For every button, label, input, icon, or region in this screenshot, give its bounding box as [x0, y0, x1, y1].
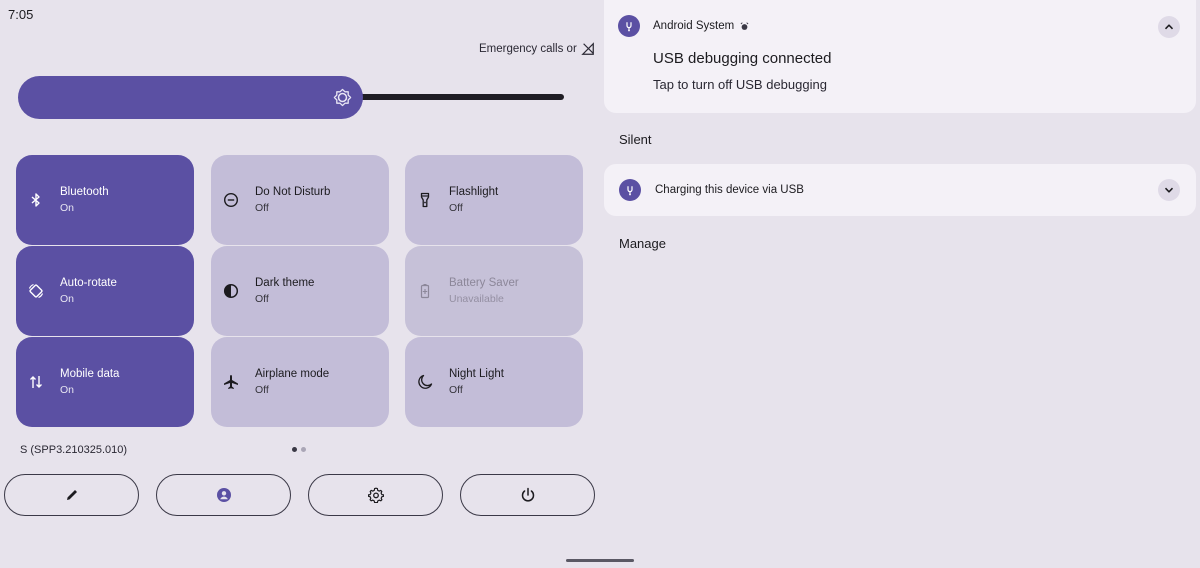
airplane-icon	[221, 372, 241, 392]
tile-bluetooth[interactable]: Bluetooth On	[16, 155, 194, 245]
brightness-track	[358, 94, 564, 100]
usb-icon	[618, 15, 640, 37]
notification-text: Charging this device via USB	[655, 184, 804, 196]
tile-flashlight[interactable]: Flashlight Off	[405, 155, 583, 245]
gear-icon	[367, 487, 384, 503]
tile-state: Off	[449, 384, 463, 396]
status-bar-clock: 7:05	[8, 7, 34, 22]
settings-button[interactable]	[308, 474, 443, 516]
tile-label: Mobile data	[60, 368, 120, 380]
tile-state: Unavailable	[449, 293, 504, 305]
brightness-fill	[18, 76, 363, 119]
flashlight-icon	[415, 190, 435, 210]
auto-rotate-icon	[26, 281, 46, 301]
pencil-icon	[66, 490, 77, 500]
notification-usb-debugging[interactable]: Android System USB debugging connected T…	[604, 0, 1196, 113]
tile-auto-rotate[interactable]: Auto-rotate On	[16, 246, 194, 336]
tile-label: Airplane mode	[255, 368, 330, 380]
tile-state: On	[60, 293, 75, 305]
chevron-up-icon	[1164, 24, 1174, 30]
tile-label: Flashlight	[449, 186, 499, 198]
notification-app-name: Android System	[653, 20, 749, 32]
no-signal-icon	[581, 42, 594, 55]
page-indicator	[292, 447, 306, 452]
tile-label: Battery Saver	[449, 277, 519, 289]
tile-battery-saver[interactable]: Battery Saver Unavailable	[405, 246, 583, 336]
tile-airplane-mode[interactable]: Airplane mode Off	[211, 337, 389, 427]
bluetooth-icon	[26, 190, 46, 210]
emergency-calls-label: Emergency calls or	[479, 43, 577, 55]
alarm-icon	[740, 21, 749, 30]
collapse-notification-button[interactable]	[1158, 16, 1180, 38]
power-icon	[521, 487, 534, 502]
silent-section-header: Silent	[619, 132, 652, 147]
build-number[interactable]: S (SPP3.210325.010)	[20, 444, 127, 456]
tile-night-light[interactable]: Night Light Off	[405, 337, 583, 427]
manage-button[interactable]: Manage	[619, 236, 666, 251]
edit-button[interactable]	[4, 474, 139, 516]
tile-mobile-data[interactable]: Mobile data On	[16, 337, 194, 427]
tile-label: Auto-rotate	[60, 277, 117, 289]
tile-do-not-disturb[interactable]: Do Not Disturb Off	[211, 155, 389, 245]
app-name-label: Android System	[653, 20, 735, 32]
navigation-handle[interactable]	[566, 559, 634, 562]
tile-state: Off	[255, 202, 269, 214]
brightness-icon[interactable]	[333, 88, 352, 107]
expand-notification-button[interactable]	[1158, 179, 1180, 201]
chevron-down-icon	[1164, 187, 1174, 193]
tile-state: On	[60, 384, 75, 396]
do-not-disturb-icon	[221, 190, 241, 210]
tile-label: Night Light	[449, 368, 504, 380]
brightness-slider[interactable]	[18, 76, 566, 119]
notification-text: Tap to turn off USB debugging	[653, 77, 827, 92]
tile-dark-theme[interactable]: Dark theme Off	[211, 246, 389, 336]
notification-charging[interactable]: Charging this device via USB	[604, 164, 1196, 216]
tile-state: Off	[255, 384, 269, 396]
tile-label: Do Not Disturb	[255, 186, 331, 198]
tile-state: Off	[255, 293, 269, 305]
tile-state: Off	[449, 202, 463, 214]
battery-saver-icon	[415, 281, 435, 301]
usb-icon	[619, 179, 641, 201]
power-button[interactable]	[460, 474, 595, 516]
tile-label: Bluetooth	[60, 186, 109, 198]
page-dot-active	[292, 447, 297, 452]
emergency-calls-status: Emergency calls or	[479, 42, 595, 56]
page-dot	[301, 447, 306, 452]
dark-theme-icon	[221, 281, 241, 301]
tile-label: Dark theme	[255, 277, 315, 289]
user-icon	[216, 488, 231, 502]
tile-state: On	[60, 202, 75, 214]
mobile-data-icon	[26, 372, 46, 392]
user-button[interactable]	[156, 474, 291, 516]
notification-title: USB debugging connected	[653, 50, 832, 67]
night-light-icon	[415, 372, 435, 392]
